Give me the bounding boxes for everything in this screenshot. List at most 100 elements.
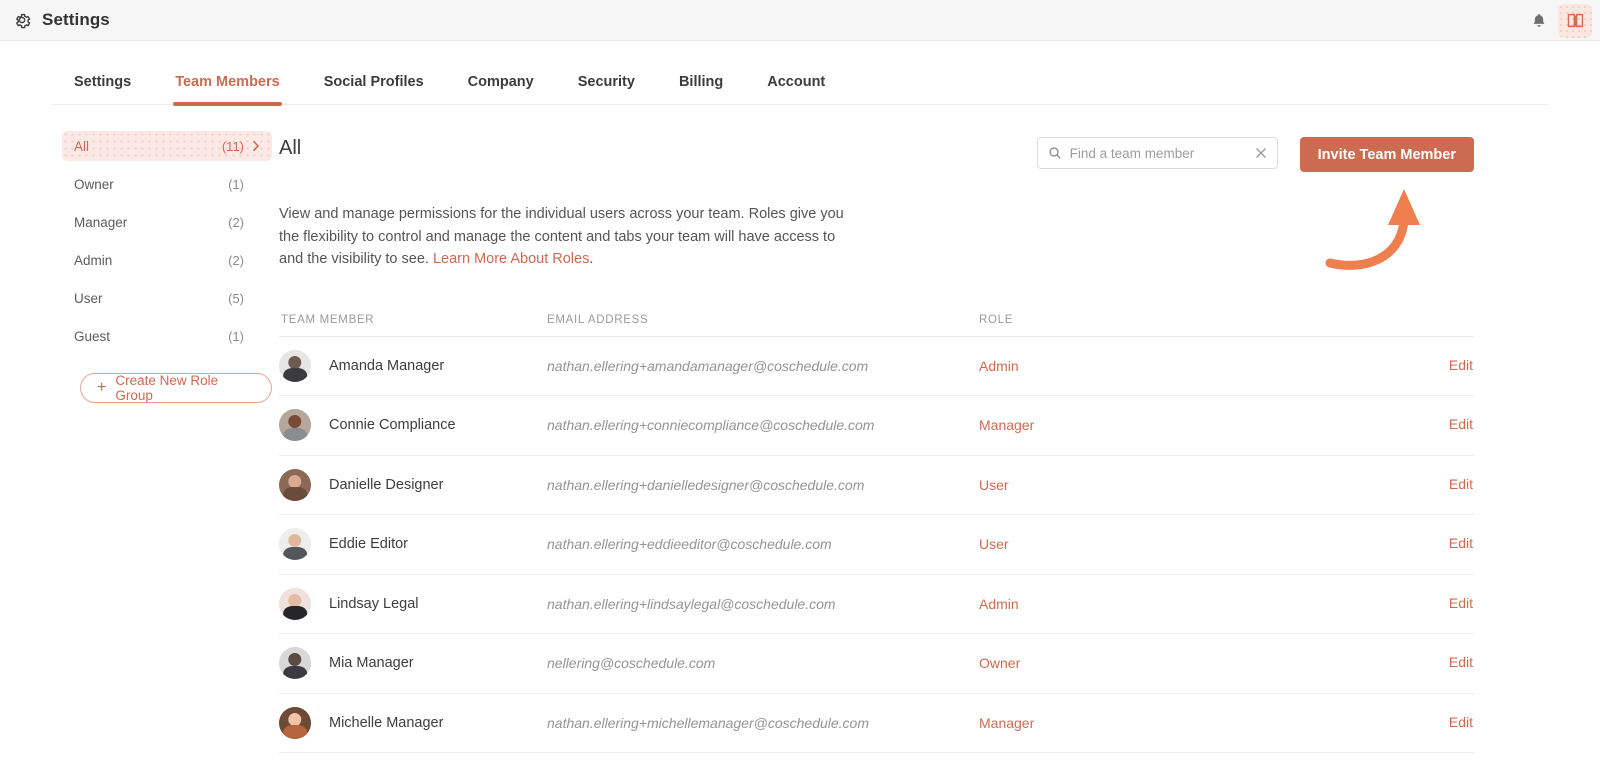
gear-icon: [12, 10, 32, 30]
column-header-email-address: EMAIL ADDRESS: [547, 313, 649, 326]
table-row[interactable]: Danielle Designer nathan.ellering+daniel…: [279, 456, 1474, 515]
row-actions: Edit: [1299, 476, 1474, 494]
member-name: Connie Compliance: [329, 417, 456, 434]
sidebar-item-count: (2): [228, 214, 244, 230]
row-actions: Edit: [1299, 416, 1474, 434]
edit-link[interactable]: Edit: [1449, 714, 1473, 730]
app-bar-left: Settings: [12, 10, 110, 30]
app-bar-right: [1530, 0, 1592, 41]
member-cell: Mia Manager: [279, 647, 547, 680]
edit-link[interactable]: Edit: [1449, 357, 1473, 373]
avatar: [279, 647, 311, 680]
table-row[interactable]: Lindsay Legal nathan.ellering+lindsayleg…: [279, 575, 1474, 634]
sidebar-item-owner[interactable]: Owner (1): [62, 169, 272, 199]
clear-x-icon[interactable]: [1255, 147, 1267, 159]
sidebar-item-count: (5): [228, 290, 244, 306]
tab-social-profiles[interactable]: Social Profiles: [302, 74, 446, 104]
member-cell: Amanda Manager: [279, 349, 547, 382]
edit-link[interactable]: Edit: [1449, 416, 1473, 432]
avatar: [279, 528, 311, 561]
row-actions: Edit: [1299, 535, 1474, 553]
edit-link[interactable]: Edit: [1449, 476, 1473, 492]
tab-billing[interactable]: Billing: [657, 74, 745, 104]
tab-security[interactable]: Security: [556, 74, 657, 104]
avatar: [279, 587, 311, 620]
member-cell: Lindsay Legal: [279, 587, 547, 620]
member-role: Manager: [979, 417, 1035, 434]
edit-link[interactable]: Edit: [1449, 595, 1473, 611]
avatar: [279, 706, 311, 739]
create-new-role-group-button[interactable]: + Create New Role Group: [80, 373, 272, 403]
tab-team-members[interactable]: Team Members: [153, 74, 302, 106]
header-actions: Invite Team Member: [1036, 137, 1474, 172]
sidebar-item-label: User: [74, 290, 103, 306]
chevron-right-icon: [244, 140, 260, 152]
avatar: [279, 468, 311, 501]
sidebar-item-count: (2): [228, 252, 244, 268]
edit-link[interactable]: Edit: [1449, 535, 1473, 551]
member-cell: Michelle Manager: [279, 706, 547, 739]
member-role: User: [979, 536, 1009, 553]
roles-description: View and manage permissions for the indi…: [279, 203, 857, 271]
table-row[interactable]: Connie Compliance nathan.ellering+connie…: [279, 396, 1474, 456]
member-email: nathan.ellering+michellemanager@coschedu…: [547, 714, 870, 731]
table-row[interactable]: Eddie Editor nathan.ellering+eddieeditor…: [279, 515, 1474, 575]
member-name: Danielle Designer: [329, 476, 444, 493]
table-row[interactable]: Mia Manager nellering@coschedule.com Own…: [279, 634, 1474, 694]
role-sidebar: All (11) Owner (1) Manager (2) Admin (2)…: [0, 131, 272, 753]
sidebar-item-label: Owner: [74, 176, 114, 192]
member-role: Manager: [979, 714, 1035, 731]
app-bar: Settings: [0, 0, 1600, 41]
member-email: nathan.ellering+conniecompliance@cosched…: [547, 417, 875, 434]
member-role: Admin: [979, 595, 1019, 612]
member-cell: Connie Compliance: [279, 409, 547, 442]
member-email: nathan.ellering+lindsaylegal@coschedule.…: [547, 595, 836, 612]
tab-settings[interactable]: Settings: [52, 74, 153, 104]
bell-icon[interactable]: [1530, 12, 1548, 30]
member-cell: Eddie Editor: [279, 528, 547, 561]
sidebar-item-label: Admin: [74, 252, 113, 268]
roles-description-tail: .: [589, 251, 594, 267]
member-name: Mia Manager: [329, 655, 414, 672]
open-book-button[interactable]: [1558, 3, 1592, 38]
search-input[interactable]: [1069, 145, 1247, 161]
avatar: [279, 409, 311, 442]
edit-link[interactable]: Edit: [1449, 654, 1473, 670]
member-email: nathan.ellering+amandamanager@coschedule…: [547, 357, 869, 374]
sidebar-item-count: (1): [228, 328, 244, 344]
member-role: Admin: [979, 357, 1019, 374]
member-role: Owner: [979, 655, 1021, 672]
sidebar-item-count: (11): [221, 138, 244, 154]
settings-tabstrip: Settings Team Members Social Profiles Co…: [0, 41, 1600, 106]
member-email: nellering@coschedule.com: [547, 655, 716, 672]
sidebar-item-all[interactable]: All (11): [62, 131, 272, 161]
create-role-label: Create New Role Group: [115, 373, 219, 403]
page-body: All (11) Owner (1) Manager (2) Admin (2)…: [0, 105, 1600, 753]
member-name: Amanda Manager: [329, 357, 445, 374]
team-members-table: TEAM MEMBER EMAIL ADDRESS ROLE Amanda Ma…: [279, 309, 1474, 753]
tab-list: Settings Team Members Social Profiles Co…: [52, 41, 1548, 106]
curved-arrow-annotation-icon: [1324, 175, 1444, 270]
tab-company[interactable]: Company: [446, 74, 556, 104]
sidebar-item-label: Manager: [74, 214, 128, 230]
sidebar-item-count: (1): [228, 176, 244, 192]
sidebar-item-label: Guest: [74, 328, 111, 344]
member-name: Lindsay Legal: [329, 595, 419, 612]
avatar: [279, 349, 311, 382]
member-email: nathan.ellering+danielledesigner@cosched…: [547, 476, 865, 493]
member-role: User: [979, 476, 1009, 493]
table-row[interactable]: Amanda Manager nathan.ellering+amandaman…: [279, 337, 1474, 396]
sidebar-item-guest[interactable]: Guest (1): [62, 321, 272, 351]
column-header-team-member: TEAM MEMBER: [281, 313, 375, 326]
search-box[interactable]: [1036, 137, 1278, 169]
main-header: All Invite Team Member: [272, 137, 1474, 270]
tab-account[interactable]: Account: [745, 74, 847, 104]
sidebar-item-label: All: [74, 138, 90, 154]
sidebar-item-admin[interactable]: Admin (2): [62, 245, 272, 275]
invite-team-member-button[interactable]: Invite Team Member: [1299, 137, 1474, 172]
member-email: nathan.ellering+eddieeditor@coschedule.c…: [547, 536, 832, 553]
sidebar-item-manager[interactable]: Manager (2): [62, 207, 272, 237]
learn-more-about-roles-link[interactable]: Learn More About Roles: [433, 251, 589, 267]
sidebar-item-user[interactable]: User (5): [62, 283, 272, 313]
table-row[interactable]: Michelle Manager nathan.ellering+michell…: [279, 694, 1474, 753]
